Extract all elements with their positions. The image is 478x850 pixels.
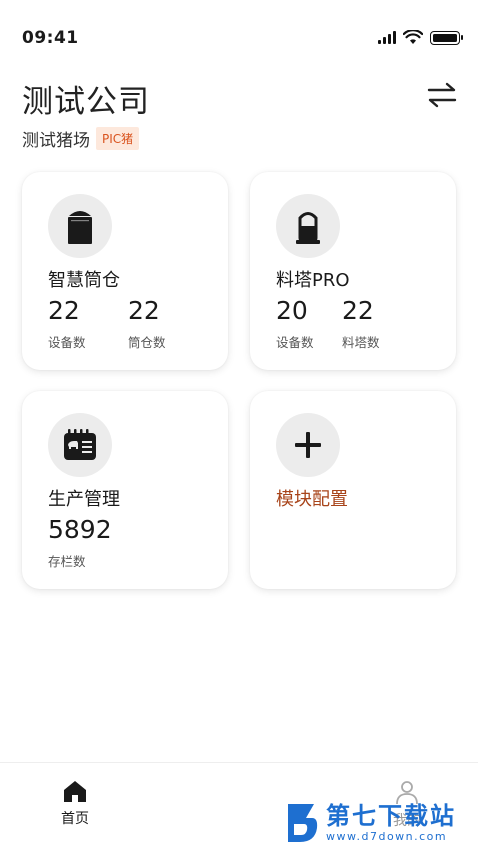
- card-title: 料塔PRO: [276, 270, 350, 291]
- stat-label: 筒仓数: [128, 335, 166, 350]
- cellular-signal-icon: [378, 31, 396, 44]
- stat-value: 22: [48, 296, 80, 325]
- silo-icon: [48, 194, 112, 258]
- plus-icon: [276, 413, 340, 477]
- watermark-url: www.d7down.com: [326, 829, 448, 843]
- card-title: 生产管理: [48, 489, 120, 510]
- battery-icon: [430, 30, 463, 45]
- feed-tower-icon: [276, 194, 340, 258]
- card-production-management[interactable]: 生产管理 5892 存栏数: [22, 391, 228, 589]
- stat-inventory: 5892 存栏数: [48, 515, 112, 570]
- watermark: 第七下载站 www.d7down.com: [284, 800, 456, 844]
- watermark-logo-icon: [288, 804, 318, 842]
- breed-tag: PIC猪: [96, 127, 140, 150]
- stat-value: 22: [128, 296, 160, 325]
- card-feed-tower-pro[interactable]: 料塔PRO 20 设备数 22 料塔数: [250, 172, 456, 370]
- card-module-config[interactable]: 模块配置: [250, 391, 456, 589]
- watermark-title: 第七下载站: [326, 801, 456, 830]
- card-title: 智慧筒仓: [48, 270, 120, 291]
- switch-farm-button[interactable]: [426, 80, 458, 110]
- stat-silos: 22 筒仓数: [128, 296, 166, 351]
- production-calendar-icon: [48, 413, 112, 477]
- stat-value: 20: [276, 296, 308, 325]
- stat-label: 存栏数: [48, 554, 86, 569]
- stat-label: 设备数: [48, 335, 86, 350]
- stat-value: 5892: [48, 515, 112, 544]
- status-bar: 09:41: [0, 0, 478, 78]
- stat-label: 设备数: [276, 335, 314, 350]
- tab-home[interactable]: 首页: [40, 779, 110, 828]
- swap-arrows-icon: [427, 82, 457, 108]
- stat-value: 22: [342, 296, 374, 325]
- farm-name: 测试猪场: [22, 131, 90, 151]
- status-time: 09:41: [22, 28, 79, 48]
- card-title: 模块配置: [276, 489, 348, 510]
- tab-label: 首页: [61, 811, 89, 827]
- home-icon: [64, 781, 86, 802]
- stat-devices: 20 设备数: [276, 296, 314, 351]
- wifi-icon: [403, 30, 423, 44]
- card-smart-silo[interactable]: 智慧筒仓 22 设备数 22 筒仓数: [22, 172, 228, 370]
- farm-row[interactable]: 测试猪场 PIC猪: [22, 126, 140, 151]
- status-icons: [378, 30, 463, 45]
- stat-devices: 22 设备数: [48, 296, 86, 351]
- company-name[interactable]: 测试公司: [22, 76, 150, 121]
- stat-label: 料塔数: [342, 335, 380, 350]
- stat-towers: 22 料塔数: [342, 296, 380, 351]
